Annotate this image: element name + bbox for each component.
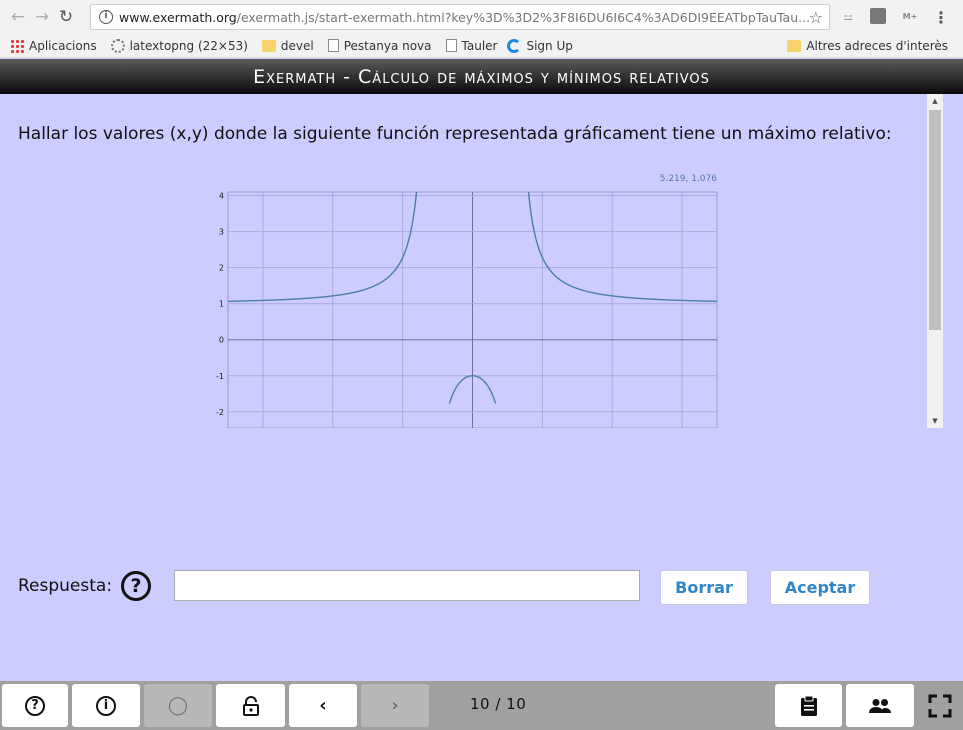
info-button[interactable]: i	[72, 684, 140, 727]
answer-label: Respuesta:	[18, 576, 113, 596]
folder-icon	[787, 39, 802, 52]
bookmarks-bar: Aplicacions latextopng (22×53) devel Pes…	[0, 34, 963, 58]
browser-toolbar: ← → ↻ i www.exermath.org/exermath.js/sta…	[0, 0, 963, 34]
exercise-counter: 10 / 10	[470, 695, 527, 713]
bookmark-star-icon[interactable]: ☆	[809, 8, 823, 27]
fullscreen-icon	[928, 694, 951, 717]
folder-icon	[261, 39, 276, 52]
chevron-right-icon: ›	[391, 695, 399, 716]
hint-button[interactable]: ◯	[144, 684, 212, 727]
signup-icon	[507, 38, 522, 53]
fullscreen-button[interactable]	[918, 684, 961, 727]
bookmark-label: latextopng (22×53)	[129, 38, 248, 53]
question-panel: Hallar los valores (x,y) donde la siguie…	[0, 94, 945, 428]
users-button[interactable]	[846, 684, 914, 727]
bookmark-devel[interactable]: devel	[261, 38, 314, 53]
bottom-toolbar: ? i ◯ ‹ › 10 / 10	[0, 681, 963, 730]
loading-icon	[110, 38, 125, 53]
page-icon	[445, 39, 457, 52]
extensions-area: ⚍ M+	[840, 8, 920, 24]
bookmark-tauler[interactable]: Tauler	[445, 38, 498, 53]
scroll-down-icon[interactable]: ▼	[927, 414, 943, 428]
help-button[interactable]: ?	[2, 684, 68, 727]
bookmark-apps[interactable]: Aplicacions	[10, 38, 97, 53]
clipboard-icon	[800, 695, 817, 716]
other-bookmarks[interactable]: Altres adreces d'interès	[787, 39, 948, 53]
clipboard-button[interactable]	[775, 684, 842, 727]
bookmark-label: devel	[280, 38, 314, 53]
coordinate-readout: 5.219, 1.076	[660, 174, 718, 184]
y-tick-label: 0	[219, 336, 224, 345]
address-bar[interactable]: i www.exermath.org/exermath.js/start-exe…	[90, 4, 830, 30]
previous-button[interactable]: ‹	[289, 684, 357, 727]
users-icon	[869, 698, 891, 713]
url-host: www.exermath.org	[119, 9, 237, 25]
key-icon[interactable]: ⚍	[840, 8, 856, 24]
site-info-icon[interactable]: i	[99, 10, 113, 24]
unlock-icon	[242, 695, 259, 716]
y-tick-label: 4	[219, 192, 224, 201]
help-icon: ?	[25, 695, 45, 716]
clear-button[interactable]: Borrar	[660, 570, 748, 605]
next-button[interactable]: ›	[361, 684, 429, 727]
unlock-button[interactable]	[216, 684, 285, 727]
other-bookmarks-label: Altres adreces d'interès	[806, 38, 948, 53]
browser-menu-icon[interactable]: ⋮	[933, 8, 949, 27]
y-tick-label: 2	[219, 264, 224, 273]
info-icon: i	[96, 695, 116, 716]
extension-icon[interactable]	[870, 8, 886, 24]
curve-right-branch	[527, 192, 717, 303]
url-path: /exermath.js/start-exermath.html?key%3D%…	[236, 9, 811, 25]
bookmark-pestanya-nova[interactable]: Pestanya nova	[327, 38, 432, 53]
chevron-left-icon: ‹	[319, 695, 327, 716]
accept-button[interactable]: Aceptar	[770, 570, 870, 605]
answer-help-icon[interactable]: ?	[121, 571, 151, 601]
function-graph: 4 3 2 1 0 -1 -2 5.219, 1.076	[216, 174, 718, 428]
scroll-up-icon[interactable]: ▲	[927, 94, 943, 108]
reload-icon[interactable]: ↻	[54, 5, 78, 29]
bookmark-label: Tauler	[461, 38, 498, 53]
y-tick-label: 1	[219, 300, 224, 309]
lightbulb-icon: ◯	[167, 695, 189, 716]
answer-input[interactable]	[174, 570, 640, 601]
apps-grid-icon	[10, 38, 24, 53]
curve-left-branch	[228, 192, 418, 303]
page-title: Exermath - Cálculo de máximos y mínimos …	[0, 59, 963, 94]
bookmark-label: Aplicacions	[29, 38, 97, 53]
page-icon	[327, 39, 339, 52]
bookmark-sign-up[interactable]: Sign Up	[507, 38, 573, 53]
y-tick-label: 3	[219, 228, 224, 237]
y-tick-label: -1	[216, 372, 224, 381]
bookmark-label: Sign Up	[526, 38, 573, 53]
forward-arrow-icon[interactable]: →	[30, 5, 54, 29]
scroll-thumb[interactable]	[929, 110, 941, 330]
back-arrow-icon[interactable]: ←	[6, 5, 30, 29]
bookmark-latextopng[interactable]: latextopng (22×53)	[110, 38, 248, 53]
y-tick-label: -2	[216, 408, 224, 417]
mplus-extension-icon[interactable]: M+	[900, 8, 920, 24]
bookmark-label: Pestanya nova	[343, 38, 432, 53]
vertical-scrollbar[interactable]: ▲ ▼	[927, 94, 943, 428]
